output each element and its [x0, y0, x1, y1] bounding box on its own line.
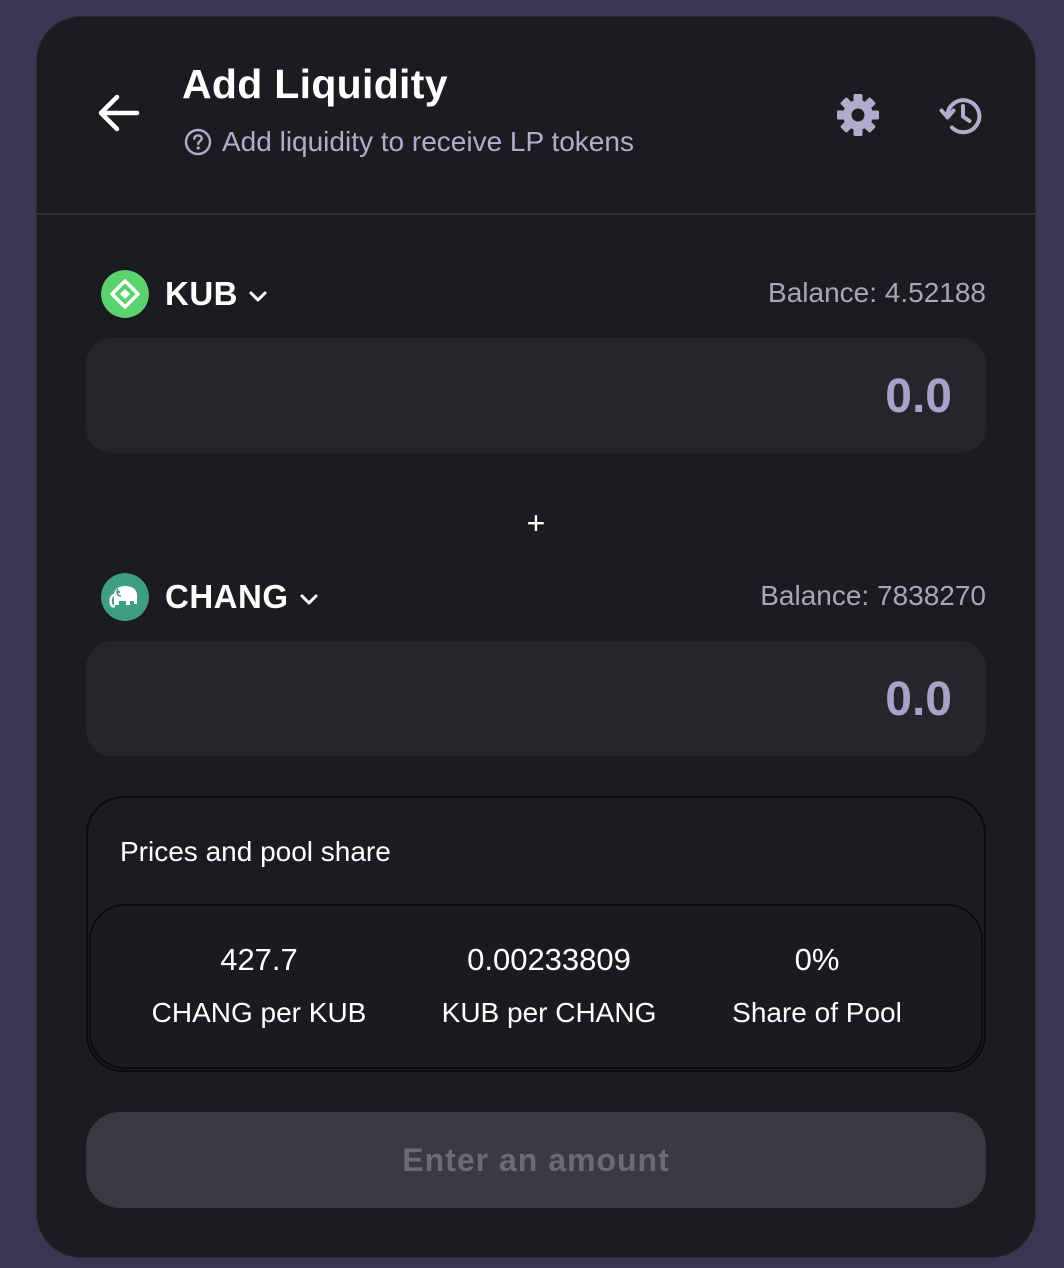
help-icon[interactable] [184, 128, 212, 156]
token-b-row: CHANG Balance: 7838270 [101, 572, 986, 622]
stat-chang-per-kub: 427.7 CHANG per KUB [147, 940, 371, 1033]
prices-title: Prices and pool share [120, 836, 391, 867]
page-subtitle: Add liquidity to receive LP tokens [184, 126, 634, 158]
subtitle-text: Add liquidity to receive LP tokens [222, 126, 634, 157]
token-a-balance: Balance: 4.52188 [768, 277, 986, 308]
plus-icon: + [526, 505, 546, 541]
token-a-amount-box[interactable] [86, 338, 986, 455]
token-a-select[interactable]: KUB [101, 269, 270, 319]
elephant-token-icon [101, 573, 149, 621]
stat-label: KUB per CHANG [441, 997, 657, 1028]
page-title: Add Liquidity [182, 61, 448, 107]
gear-icon[interactable] [835, 92, 881, 138]
history-icon[interactable] [938, 92, 986, 140]
token-b-amount-box[interactable] [86, 641, 986, 758]
token-a-amount-input[interactable] [250, 338, 954, 455]
header: Add Liquidity Add liquidity to receive L… [37, 17, 1035, 215]
stat-value: 0% [794, 942, 840, 977]
token-b-select[interactable]: CHANG [101, 572, 321, 622]
enter-amount-button[interactable]: Enter an amount [86, 1112, 986, 1208]
stat-kub-per-chang: 0.00233809 KUB per CHANG [427, 940, 671, 1033]
prices-stats: 427.7 CHANG per KUB 0.00233809 KUB per C… [89, 904, 983, 1069]
stat-label: CHANG per KUB [151, 997, 367, 1028]
token-b-balance: Balance: 7838270 [760, 580, 986, 611]
token-a-row: KUB Balance: 4.52188 [101, 269, 986, 319]
stat-share-of-pool: 0% Share of Pool [721, 940, 913, 1033]
stat-value: 427.7 [220, 942, 298, 977]
add-liquidity-card: Add Liquidity Add liquidity to receive L… [37, 17, 1035, 1257]
prices-pool-share-panel: Prices and pool share 427.7 CHANG per KU… [86, 796, 986, 1072]
chevron-down-icon [249, 291, 267, 301]
back-arrow-icon[interactable] [95, 89, 143, 137]
token-a-symbol: KUB [165, 275, 238, 312]
chevron-down-icon [300, 594, 317, 604]
stat-value: 0.00233809 [467, 942, 631, 977]
kub-token-icon [101, 270, 149, 318]
token-b-symbol: CHANG [165, 578, 289, 615]
stat-label: Share of Pool [732, 997, 902, 1028]
token-b-amount-input[interactable] [250, 641, 954, 758]
